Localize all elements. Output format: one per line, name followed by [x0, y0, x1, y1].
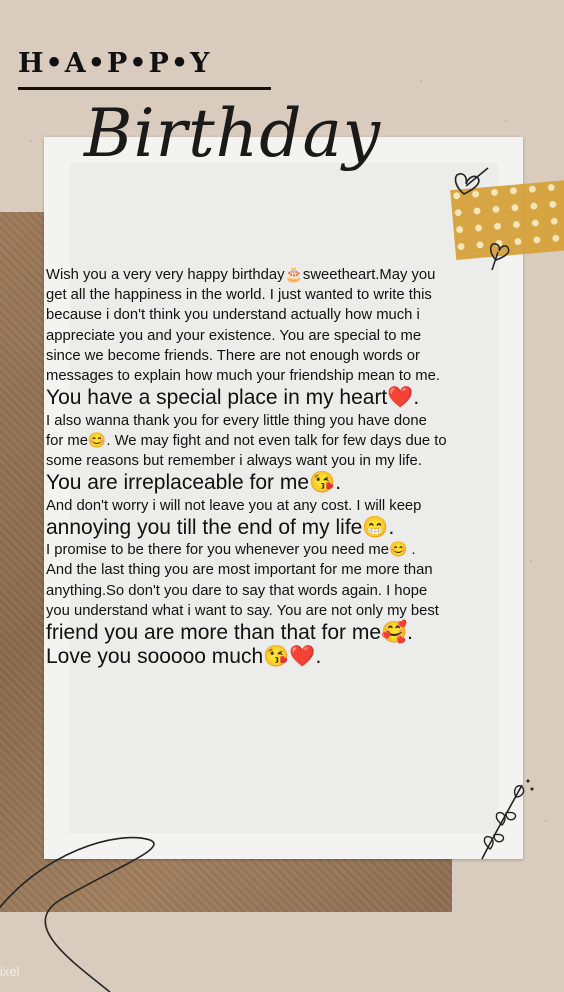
message-line: for me😊. We may fight and not even talk … — [46, 432, 447, 449]
doodle-heart-icon — [454, 167, 489, 195]
message-line: Wish you a very very happy birthday🎂swee… — [46, 267, 436, 283]
background-speck — [545, 820, 547, 822]
background-speck — [505, 120, 507, 122]
message-line: And don't worry i will not leave you at … — [46, 497, 422, 514]
message-line: I promise to be there for you whenever y… — [46, 542, 416, 559]
message-line: since we become friends. There are not e… — [46, 347, 420, 364]
message-highlight-line: You are irreplaceable for me😘. — [46, 471, 342, 495]
background-speck — [30, 140, 32, 142]
message-line: some reasons but remember i always want … — [46, 453, 422, 470]
message-highlight-line: annoying you till the end of my life😁. — [46, 515, 395, 539]
message-highlight-line: Love you sooooo much😘❤️. — [46, 645, 322, 669]
background-speck — [420, 80, 422, 82]
floral-sprig-doodle-icon — [481, 779, 534, 860]
message-line: appreciate you and your existence. You a… — [46, 327, 422, 344]
message-line: I also wanna thank you for every little … — [46, 412, 427, 429]
birthday-message: Wish you a very very happy birthday🎂swee… — [46, 265, 536, 670]
message-highlight-line: You have a special place in my heart❤️. — [46, 386, 420, 410]
message-line: messages to explain how much your friend… — [46, 368, 440, 385]
message-line: get all the happiness in the world. I ju… — [46, 287, 432, 304]
message-line: anything.So don't you dare to say that w… — [46, 582, 428, 599]
message-highlight-line: friend you are more than that for me🥰. — [46, 621, 413, 645]
message-line: And the last thing you are most importan… — [46, 562, 433, 579]
watermark-text: ixel — [0, 964, 20, 979]
decorative-line-doodle — [0, 836, 155, 992]
message-line: because i don't think you understand act… — [46, 307, 420, 324]
heading-underline — [18, 87, 271, 90]
birthday-script-title: Birthday — [84, 95, 382, 172]
message-line: you understand what i want to say. You a… — [46, 602, 439, 619]
happy-heading: H•A•P•P•Y — [18, 48, 212, 79]
